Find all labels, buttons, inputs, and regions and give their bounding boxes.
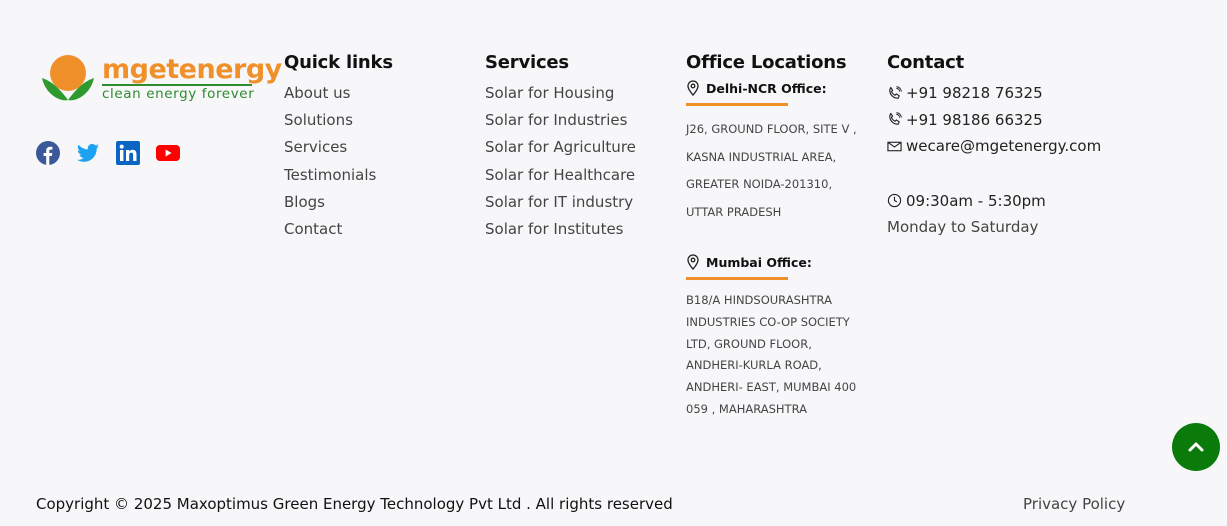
- link-solutions[interactable]: Solutions: [284, 107, 393, 134]
- mumbai-office-label: Mumbai Office:: [706, 254, 812, 270]
- mumbai-address: B18/A HINDSOURASHTRA INDUSTRIES CO-OP SO…: [686, 293, 857, 416]
- phone-line-1[interactable]: +91 98218 76325: [887, 80, 1101, 107]
- privacy-policy-link[interactable]: Privacy Policy: [1023, 495, 1125, 513]
- office-locations-heading: Office Locations: [686, 52, 847, 73]
- linkedin-icon[interactable]: [116, 141, 140, 165]
- hours-line: 09:30am - 5:30pm: [887, 188, 1101, 215]
- phone-icon: [889, 86, 902, 99]
- services-column: Services Solar for Housing Solar for Ind…: [485, 52, 636, 243]
- phone-line-2[interactable]: +91 98186 66325: [887, 107, 1101, 134]
- delhi-office-heading: Delhi-NCR Office:: [686, 80, 858, 96]
- office-hours: 09:30am - 5:30pm: [906, 191, 1046, 210]
- link-blogs[interactable]: Blogs: [284, 189, 393, 216]
- phone-icon: [889, 112, 902, 126]
- email-icon: [887, 141, 902, 152]
- delhi-address: J26, GROUND FLOOR, SITE V , KASNA INDUST…: [686, 122, 857, 219]
- youtube-icon[interactable]: [156, 141, 180, 165]
- logo-mark: [42, 55, 94, 101]
- contact-column: Contact +91 98218 76325 +91 98186 66325 …: [887, 52, 1101, 241]
- mumbai-office-heading: Mumbai Office:: [686, 254, 858, 270]
- social-links: [36, 141, 180, 165]
- site-footer: mgetenergy clean energy forever Quick li…: [0, 0, 1227, 526]
- scroll-to-top-button[interactable]: [1172, 423, 1220, 471]
- phone-number-2: +91 98186 66325: [906, 110, 1043, 129]
- link-solar-agriculture[interactable]: Solar for Agriculture: [485, 134, 636, 161]
- link-solar-industries[interactable]: Solar for Industries: [485, 107, 636, 134]
- link-contact[interactable]: Contact: [284, 216, 393, 243]
- office-locations-column: Office Locations Delhi-NCR Office: J26, …: [686, 52, 858, 421]
- link-services[interactable]: Services: [284, 134, 393, 161]
- contact-heading: Contact: [887, 52, 965, 73]
- location-pin-icon: [687, 80, 699, 96]
- clock-icon: [887, 194, 902, 208]
- quick-links-column: Quick links About us Solutions Services …: [284, 52, 393, 243]
- delhi-underline: [686, 103, 788, 106]
- link-solar-it-industry[interactable]: Solar for IT industry: [485, 189, 636, 216]
- email-address: wecare@mgetenergy.com: [906, 137, 1102, 155]
- link-solar-institutes[interactable]: Solar for Institutes: [485, 216, 636, 243]
- chevron-up-icon: [1188, 442, 1204, 452]
- link-solar-healthcare[interactable]: Solar for Healthcare: [485, 162, 636, 189]
- office-days: Monday to Saturday: [887, 218, 1039, 236]
- link-testimonials[interactable]: Testimonials: [284, 162, 393, 189]
- facebook-icon[interactable]: [36, 141, 60, 165]
- link-solar-housing[interactable]: Solar for Housing: [485, 80, 636, 107]
- brand-logo[interactable]: mgetenergy clean energy forever: [40, 52, 282, 106]
- quick-links-heading: Quick links: [284, 52, 393, 73]
- services-heading: Services: [485, 52, 569, 73]
- delhi-office-label: Delhi-NCR Office:: [706, 80, 827, 96]
- mumbai-underline: [686, 277, 788, 280]
- location-pin-icon: [687, 254, 699, 270]
- logo-wordmark: mgetenergy: [102, 54, 282, 85]
- phone-number-1: +91 98218 76325: [906, 84, 1043, 102]
- twitter-icon[interactable]: [76, 141, 100, 165]
- copyright-text: Copyright © 2025 Maxoptimus Green Energy…: [36, 495, 673, 513]
- email-line[interactable]: wecare@mgetenergy.com: [887, 133, 1101, 160]
- logo-tagline: clean energy forever: [102, 86, 255, 102]
- link-about-us[interactable]: About us: [284, 80, 393, 107]
